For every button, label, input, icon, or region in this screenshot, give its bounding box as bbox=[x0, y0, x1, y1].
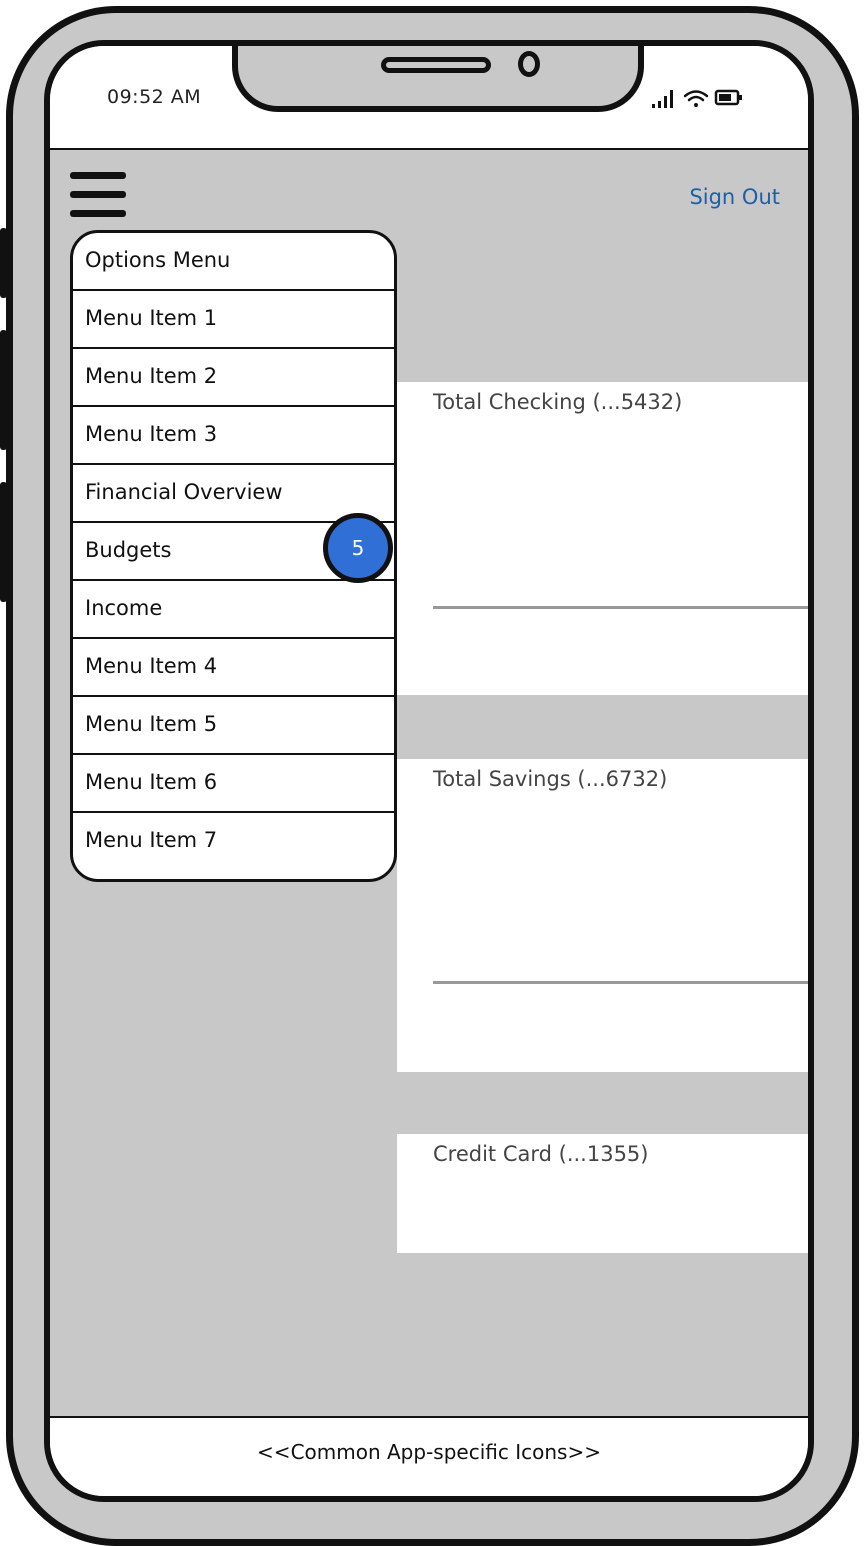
account-title: Total Checking (...5432) bbox=[433, 390, 683, 414]
divider bbox=[433, 606, 808, 609]
menu-title: Options Menu bbox=[73, 233, 394, 291]
notch bbox=[232, 46, 644, 112]
camera-icon bbox=[518, 51, 540, 77]
menu-item-6[interactable]: Menu Item 6 bbox=[73, 755, 394, 813]
menu-item-3[interactable]: Menu Item 3 bbox=[73, 407, 394, 465]
status-time: 09:52 AM bbox=[107, 86, 202, 108]
bottom-bar: <<Common App-specific Icons>> bbox=[50, 1416, 808, 1496]
menu-item-5[interactable]: Menu Item 5 bbox=[73, 697, 394, 755]
hamburger-icon[interactable] bbox=[70, 172, 126, 218]
account-title: Total Savings (...6732) bbox=[433, 767, 668, 791]
account-card-checking[interactable]: Total Checking (...5432) bbox=[397, 382, 808, 695]
menu-item-1[interactable]: Menu Item 1 bbox=[73, 291, 394, 349]
side-button bbox=[0, 228, 7, 298]
side-button bbox=[0, 330, 7, 450]
app-content: Sign Out Total Checking (...5432) Total … bbox=[50, 148, 808, 1418]
status-bar: 09:52 AM bbox=[50, 46, 808, 148]
account-title: Credit Card (...1355) bbox=[433, 1142, 649, 1166]
menu-item-income[interactable]: Income bbox=[73, 581, 394, 639]
wifi-icon bbox=[683, 90, 709, 107]
status-icons bbox=[652, 89, 742, 108]
menu-item-7[interactable]: Menu Item 7 bbox=[73, 813, 394, 871]
menu-item-budgets[interactable]: Budgets 5 bbox=[73, 513, 394, 583]
sign-out-link[interactable]: Sign Out bbox=[689, 185, 780, 209]
account-card-savings[interactable]: Total Savings (...6732) bbox=[397, 759, 808, 1072]
menu-item-2[interactable]: Menu Item 2 bbox=[73, 349, 394, 407]
app-icons-placeholder: <<Common App-specific Icons>> bbox=[257, 1440, 601, 1464]
speaker-icon bbox=[381, 57, 491, 73]
menu-item-4[interactable]: Menu Item 4 bbox=[73, 639, 394, 697]
phone-screen: 09:52 AM Sign Out Total Checking (...543… bbox=[44, 40, 814, 1502]
options-menu: Options Menu Menu Item 1 Menu Item 2 Men… bbox=[70, 230, 397, 882]
notification-badge: 5 bbox=[323, 513, 393, 583]
side-button bbox=[0, 482, 7, 602]
battery-icon bbox=[714, 89, 742, 106]
divider bbox=[433, 981, 808, 984]
signal-icon bbox=[652, 90, 673, 108]
account-card-credit[interactable]: Credit Card (...1355) bbox=[397, 1134, 808, 1253]
menu-item-label: Budgets bbox=[85, 538, 172, 562]
